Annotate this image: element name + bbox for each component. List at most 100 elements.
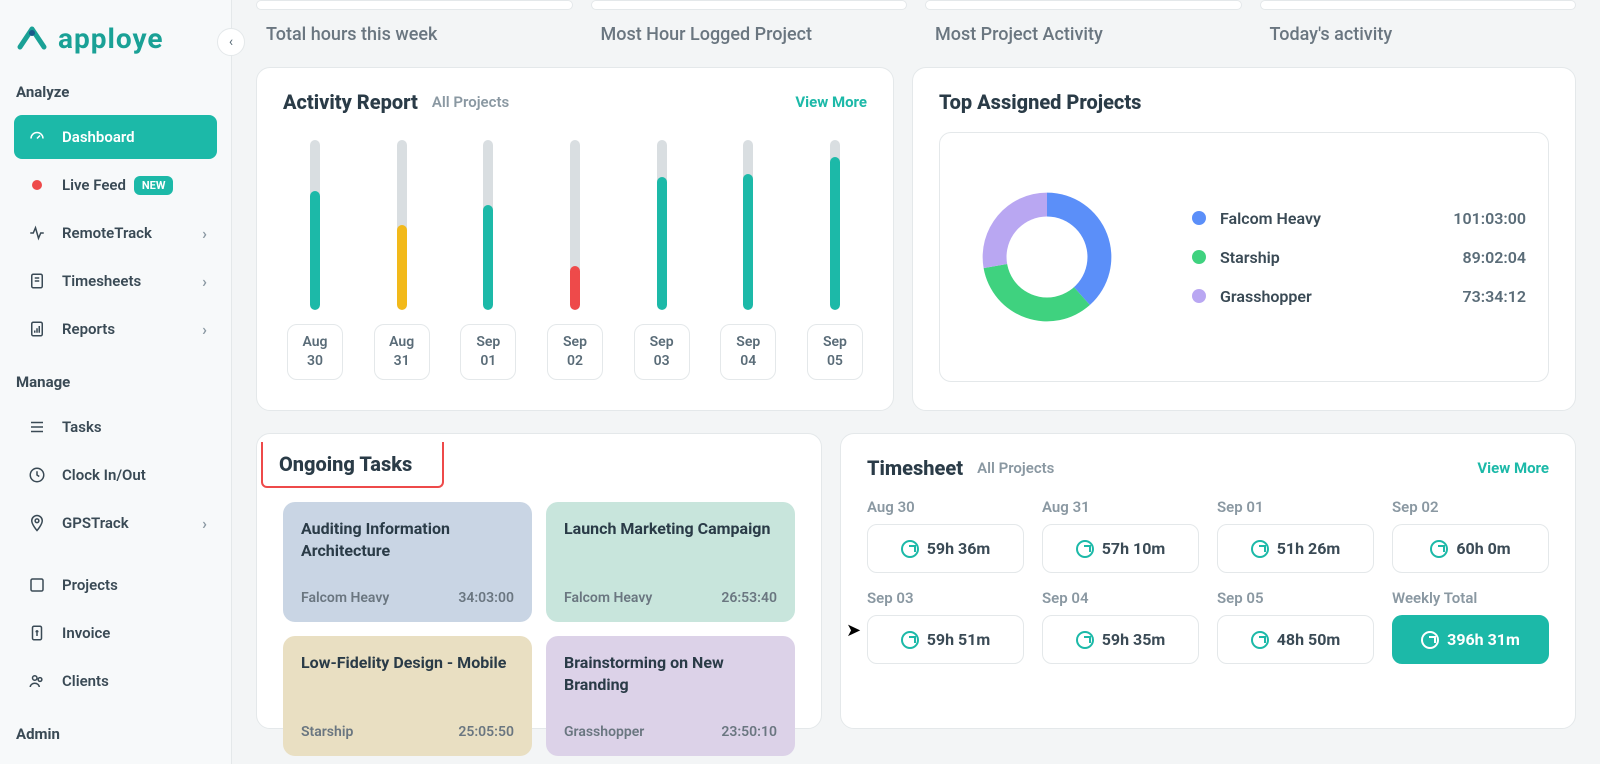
folder-icon — [26, 576, 48, 594]
logo-icon — [16, 23, 48, 55]
timesheet-cell: Aug 30 59h 36m — [867, 498, 1024, 573]
task-project: Falcom Heavy — [301, 590, 389, 606]
timesheet-card: Timesheet All Projects View More Aug 30 … — [840, 433, 1576, 729]
timesheet-viewmore-link[interactable]: View More — [1477, 459, 1549, 477]
sidebar: apploye ‹ Analyze Dashboard Live Feed NE… — [0, 0, 232, 764]
task-time: 23:50:10 — [721, 724, 777, 740]
timesheet-pill[interactable]: 48h 50m — [1217, 615, 1374, 664]
nav-label: Dashboard — [62, 128, 135, 146]
activity-bar: Sep02 — [547, 140, 603, 380]
legend-value: 73:34:12 — [1462, 287, 1526, 306]
activity-date-pill[interactable]: Sep05 — [807, 324, 863, 380]
sidebar-item-tasks[interactable]: Tasks — [14, 405, 217, 449]
timesheet-date-label: Sep 04 — [1042, 589, 1199, 607]
sidebar-item-timesheets[interactable]: Timesheets › — [14, 259, 217, 303]
task-card[interactable]: Low-Fidelity Design - Mobile Starship25:… — [283, 636, 532, 756]
sidebar-item-clockinout[interactable]: Clock In/Out — [14, 453, 217, 497]
legend-dot-icon — [1192, 289, 1206, 303]
clock-icon — [1421, 631, 1439, 649]
top-projects-title: Top Assigned Projects — [939, 90, 1549, 114]
sidebar-item-remotetrack[interactable]: RemoteTrack › — [14, 211, 217, 255]
timesheet-value: 57h 10m — [1102, 539, 1166, 558]
nav-label: GPSTrack — [62, 514, 129, 532]
timesheet-cell: Sep 05 48h 50m — [1217, 589, 1374, 664]
logo[interactable]: apploye — [16, 22, 217, 55]
timesheet-cell: Sep 02 60h 0m — [1392, 498, 1549, 573]
clock-icon — [1076, 631, 1094, 649]
sidebar-item-clients[interactable]: Clients — [14, 659, 217, 703]
timesheet-value: 51h 26m — [1277, 539, 1341, 558]
activity-date-pill[interactable]: Sep03 — [634, 324, 690, 380]
sidebar-item-dashboard[interactable]: Dashboard — [14, 115, 217, 159]
timesheet-value: 59h 36m — [927, 539, 991, 558]
activity-viewmore-link[interactable]: View More — [795, 93, 867, 111]
legend-value: 101:03:00 — [1453, 209, 1526, 228]
timesheet-value: 60h 0m — [1456, 539, 1510, 558]
main-content: Total hours this week Most Hour Logged P… — [232, 0, 1600, 764]
task-title: Low-Fidelity Design - Mobile — [301, 652, 514, 674]
activity-bar: Sep01 — [460, 140, 516, 380]
task-card[interactable]: Launch Marketing Campaign Falcom Heavy26… — [546, 502, 795, 622]
timesheet-cell: Sep 04 59h 35m — [1042, 589, 1199, 664]
report-icon — [26, 320, 48, 338]
timesheet-value: 48h 50m — [1277, 630, 1341, 649]
sidebar-item-livefeed[interactable]: Live Feed NEW — [14, 163, 217, 207]
new-badge: NEW — [134, 176, 174, 195]
timesheet-date-label: Aug 31 — [1042, 498, 1199, 516]
nav-label: RemoteTrack — [62, 224, 152, 242]
timesheet-cell: Weekly Total 396h 31m — [1392, 589, 1549, 664]
timesheet-date-label: Sep 01 — [1217, 498, 1374, 516]
timesheet-pill[interactable]: 51h 26m — [1217, 524, 1374, 573]
task-title: Brainstorming on New Branding — [564, 652, 777, 695]
activity-date-pill[interactable]: Aug30 — [287, 324, 343, 380]
legend-row: Starship 89:02:04 — [1192, 248, 1526, 267]
sidebar-item-invoice[interactable]: Invoice — [14, 611, 217, 655]
activity-bar: Sep04 — [720, 140, 776, 380]
task-card[interactable]: Brainstorming on New Branding Grasshoppe… — [546, 636, 795, 756]
section-admin: Admin — [16, 725, 217, 743]
timesheet-value: 59h 35m — [1102, 630, 1166, 649]
dot-icon — [26, 180, 48, 190]
legend-dot-icon — [1192, 211, 1206, 225]
activity-date-pill[interactable]: Aug31 — [374, 324, 430, 380]
invoice-icon — [26, 624, 48, 642]
timesheet-date-label: Sep 02 — [1392, 498, 1549, 516]
sidebar-item-reports[interactable]: Reports › — [14, 307, 217, 351]
timesheet-date-label: Sep 03 — [867, 589, 1024, 607]
task-card[interactable]: Auditing Information Architecture Falcom… — [283, 502, 532, 622]
activity-date-pill[interactable]: Sep02 — [547, 324, 603, 380]
clock-icon — [26, 466, 48, 484]
timesheet-date-label: Aug 30 — [867, 498, 1024, 516]
gauge-icon — [26, 128, 48, 146]
stat-card — [256, 0, 573, 10]
section-analyze: Analyze — [16, 83, 217, 101]
timesheet-pill[interactable]: 59h 51m — [867, 615, 1024, 664]
clock-icon — [1251, 540, 1269, 558]
activity-bar: Aug30 — [287, 140, 343, 380]
sidebar-collapse-button[interactable]: ‹ — [217, 28, 245, 56]
timesheet-pill[interactable]: 57h 10m — [1042, 524, 1199, 573]
activity-bar: Sep05 — [807, 140, 863, 380]
stat-label-total-hours: Total hours this week — [256, 24, 573, 45]
task-time: 26:53:40 — [721, 590, 777, 606]
activity-date-pill[interactable]: Sep01 — [460, 324, 516, 380]
activity-report-card: Activity Report All Projects View More A… — [256, 67, 894, 411]
top-projects-card: Top Assigned Projects Falcom Heavy 101:0… — [912, 67, 1576, 411]
logo-text: apploye — [58, 22, 164, 55]
chevron-right-icon: › — [202, 224, 207, 243]
nav-label: Clock In/Out — [62, 466, 146, 484]
timesheet-value: 59h 51m — [927, 630, 991, 649]
activity-date-pill[interactable]: Sep04 — [720, 324, 776, 380]
timesheet-pill[interactable]: 60h 0m — [1392, 524, 1549, 573]
stat-card — [1260, 0, 1577, 10]
list-icon — [26, 418, 48, 436]
location-icon — [26, 514, 48, 532]
sidebar-item-projects[interactable]: Projects — [14, 563, 217, 607]
timesheet-pill[interactable]: 396h 31m — [1392, 615, 1549, 664]
timesheet-pill[interactable]: 59h 35m — [1042, 615, 1199, 664]
legend-dot-icon — [1192, 250, 1206, 264]
donut-chart — [962, 172, 1132, 342]
sidebar-item-gpstrack[interactable]: GPSTrack › — [14, 501, 217, 545]
task-title: Auditing Information Architecture — [301, 518, 514, 561]
timesheet-pill[interactable]: 59h 36m — [867, 524, 1024, 573]
